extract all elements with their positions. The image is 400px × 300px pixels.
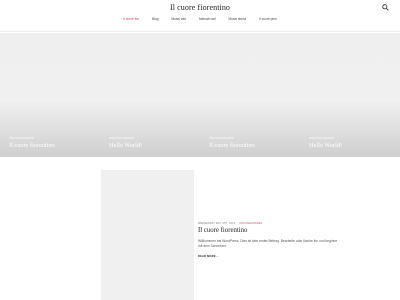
slide[interactable]: UNCATEGORIZED Hello World! — [100, 33, 200, 157]
nav-item-il-cuore-pien[interactable]: Il cuore pien — [253, 17, 283, 21]
main-nav: Il cuore fior Blog Musei vari Mercati va… — [0, 17, 400, 21]
nav-item-musei-storici[interactable]: Musei storici — [222, 17, 253, 21]
nav-item-blog[interactable]: Blog — [146, 17, 165, 21]
read-more-label: READ MORE — [198, 255, 216, 258]
slide[interactable]: UNCATEGORIZED Il cuore fiorentino — [200, 33, 300, 157]
featured-slider: UNCATEGORIZED Il cuore fiorentino UNCATE… — [0, 33, 400, 157]
slide-category[interactable]: UNCATEGORIZED — [309, 137, 334, 140]
nav-item-mercati-vari[interactable]: Mercati vari — [193, 17, 222, 21]
site-title[interactable]: Il cuore fiorentino — [0, 3, 400, 12]
post-date: WEDNESDAY MAY 4TH, 2022 — [198, 222, 236, 225]
nav-item-il-cuore-fior[interactable]: Il cuore fior — [117, 17, 146, 21]
post-category[interactable]: UNCATEGORIZED — [239, 222, 262, 225]
slide-title[interactable]: Il cuore fiorentino — [9, 142, 55, 149]
post-thumbnail[interactable] — [101, 170, 194, 300]
slide-category[interactable]: UNCATEGORIZED — [109, 137, 134, 140]
post-title[interactable]: Il cuore fiorentino — [198, 227, 247, 234]
slide-title[interactable]: Hello World! — [109, 142, 142, 149]
read-more-link[interactable]: READ MORE › — [198, 255, 218, 258]
search-icon[interactable] — [382, 4, 389, 11]
slide[interactable]: UNCATEGORIZED Hello World! — [300, 33, 400, 157]
slide-category[interactable]: UNCATEGORIZED — [209, 137, 234, 140]
slide-title[interactable]: Hello World! — [309, 142, 342, 149]
slide-category[interactable]: UNCATEGORIZED — [9, 137, 34, 140]
slide-title[interactable]: Il cuore fiorentino — [209, 142, 255, 149]
slide[interactable]: UNCATEGORIZED Il cuore fiorentino — [0, 33, 100, 157]
header-divider — [0, 31, 400, 32]
post-meta: WEDNESDAY MAY 4TH, 2022 UNCATEGORIZED — [198, 222, 262, 225]
arrow-right-icon: › — [216, 255, 218, 258]
post-excerpt: Willkommen bei WordPress. Dies ist dein … — [198, 239, 338, 248]
nav-item-musei-vari[interactable]: Musei vari — [165, 17, 193, 21]
site-header: Il cuore fiorentino Il cuore fior Blog M… — [0, 0, 400, 32]
